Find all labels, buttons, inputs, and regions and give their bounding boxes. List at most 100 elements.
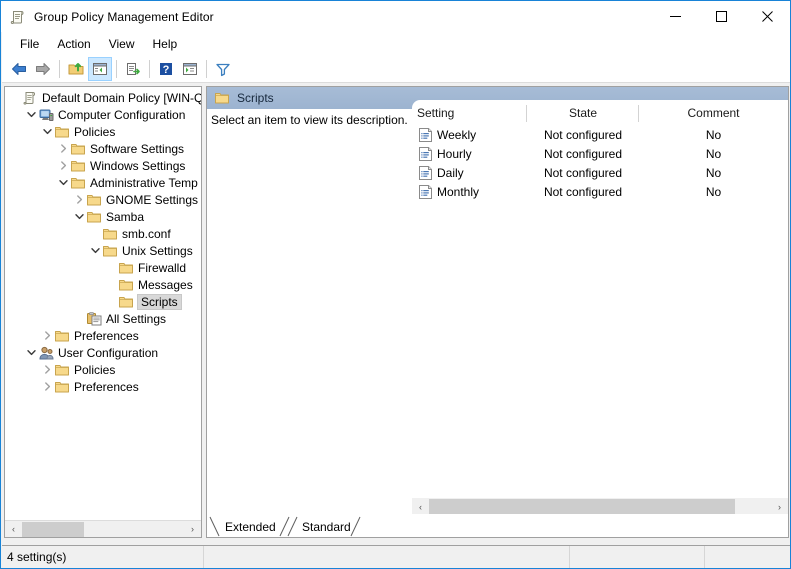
toolbar-separator — [206, 59, 207, 78]
chevron-placeholder — [104, 259, 118, 276]
toolbar: ? — [2, 55, 790, 83]
tree-item-user-configuration[interactable]: User Configuration — [5, 344, 201, 361]
tree-item-label: Scripts — [137, 293, 182, 310]
tree-item-preferences[interactable]: Preferences — [5, 378, 201, 395]
back-icon[interactable] — [7, 57, 31, 81]
tree-item-policies[interactable]: Policies — [5, 123, 201, 140]
tree-item-scripts[interactable]: Scripts — [5, 293, 201, 310]
menu-item-help[interactable]: Help — [144, 34, 187, 54]
tree-item-windows-settings[interactable]: Windows Settings — [5, 157, 201, 174]
folder-icon — [214, 90, 230, 106]
column-header-comment[interactable]: Comment — [639, 100, 788, 125]
tab-extended[interactable]: Extended — [219, 516, 282, 537]
chevron-down-icon[interactable] — [24, 344, 38, 361]
view-tabs: Extended Standard — [207, 514, 788, 537]
tree-item-computer-configuration[interactable]: Computer Configuration — [5, 106, 201, 123]
tree-horizontal-scrollbar[interactable]: ‹ › — [5, 520, 201, 537]
policy-setting-icon — [417, 165, 433, 181]
cell-state: Not configured — [527, 182, 639, 201]
chevron-right-icon[interactable] — [72, 191, 86, 208]
tree-item-messages[interactable]: Messages — [5, 276, 201, 293]
table-row[interactable]: Weekly Not configured No — [412, 125, 788, 144]
tree-item-unix-settings[interactable]: Unix Settings — [5, 242, 201, 259]
tree-item-gnome-settings[interactable]: GNOME Settings — [5, 191, 201, 208]
table-row[interactable]: Monthly Not configured No — [412, 182, 788, 201]
tree-item-smb-conf[interactable]: smb.conf — [5, 225, 201, 242]
status-cell-count: 4 setting(s) — [2, 545, 204, 568]
column-header-state[interactable]: State — [527, 100, 639, 125]
tree-item-firewalld[interactable]: Firewalld — [5, 259, 201, 276]
tree-item-label: smb.conf — [122, 226, 171, 241]
chevron-down-icon[interactable] — [40, 123, 54, 140]
minimize-button[interactable] — [652, 1, 698, 32]
menu-bar: File Action View Help — [2, 32, 790, 55]
settings-list-body[interactable]: Weekly Not configured No Hourly Not configur… — [412, 125, 788, 201]
chevron-down-icon[interactable] — [88, 242, 102, 259]
folder-icon — [54, 328, 70, 344]
tree-scroll-track[interactable] — [22, 521, 184, 538]
close-button[interactable] — [744, 1, 790, 32]
chevron-right-icon[interactable] — [40, 327, 54, 344]
chevron-right-icon[interactable] — [56, 157, 70, 174]
policy-scroll-icon — [22, 90, 38, 106]
window-title: Group Policy Management Editor — [34, 9, 214, 24]
computer-icon — [38, 107, 54, 123]
chevron-down-icon[interactable] — [72, 208, 86, 225]
results-scroll-thumb[interactable] — [429, 499, 735, 514]
tree-item-label: Unix Settings — [122, 243, 193, 258]
chevron-down-icon[interactable] — [24, 106, 38, 123]
tree-item-label: Preferences — [74, 379, 139, 394]
cell-state-label: Not configured — [543, 146, 623, 161]
results-horizontal-scrollbar[interactable]: ‹ › — [412, 498, 788, 515]
cell-comment-label: No — [705, 146, 722, 161]
folder-icon — [70, 175, 86, 191]
scroll-left-arrow-icon[interactable]: ‹ — [5, 521, 22, 538]
tab-standard[interactable]: Standard — [296, 516, 357, 537]
scroll-right-arrow-icon[interactable]: › — [184, 521, 201, 538]
cell-state: Not configured — [527, 163, 639, 182]
show-hide-tree-icon[interactable] — [88, 56, 112, 81]
tree-item-default-domain-policy-win-ql[interactable]: Default Domain Policy [WIN-QL — [5, 89, 201, 106]
chevron-right-icon[interactable] — [56, 140, 70, 157]
menu-item-view[interactable]: View — [100, 34, 144, 54]
cell-setting-label: Monthly — [437, 184, 480, 199]
tree-item-samba[interactable]: Samba — [5, 208, 201, 225]
table-row[interactable]: Daily Not configured No — [412, 163, 788, 182]
help-icon[interactable]: ? — [154, 57, 178, 81]
folder-icon — [118, 294, 134, 310]
tree-item-software-settings[interactable]: Software Settings — [5, 140, 201, 157]
results-pane: Scripts Select an item to view its descr… — [206, 86, 789, 538]
chevron-right-icon[interactable] — [40, 361, 54, 378]
properties-icon[interactable] — [178, 57, 202, 81]
export-list-icon[interactable] — [121, 57, 145, 81]
tree-item-policies[interactable]: Policies — [5, 361, 201, 378]
filter-icon[interactable] — [211, 57, 235, 81]
maximize-button[interactable] — [698, 1, 744, 32]
tree-item-label: User Configuration — [58, 345, 159, 360]
cell-setting-label: Hourly — [437, 146, 472, 161]
table-row[interactable]: Hourly Not configured No — [412, 144, 788, 163]
tree-item-administrative-temp[interactable]: Administrative Temp — [5, 174, 201, 191]
column-header-setting[interactable]: Setting — [412, 100, 527, 125]
status-cell-3 — [570, 545, 705, 568]
results-scroll-track[interactable] — [429, 498, 771, 515]
folder-icon — [70, 158, 86, 174]
chevron-placeholder — [72, 310, 86, 327]
chevron-right-icon[interactable] — [40, 378, 54, 395]
menu-item-file[interactable]: File — [11, 34, 48, 54]
menu-item-action[interactable]: Action — [48, 34, 99, 54]
forward-icon[interactable] — [31, 57, 55, 81]
tree-item-preferences[interactable]: Preferences — [5, 327, 201, 344]
console-tree[interactable]: Default Domain Policy [WIN-QL Computer Co… — [5, 89, 201, 519]
folder-icon — [54, 124, 70, 140]
status-cell-4 — [705, 546, 790, 568]
tree-item-all-settings[interactable]: All Settings — [5, 310, 201, 327]
scroll-left-arrow-icon[interactable]: ‹ — [412, 498, 429, 515]
description-text: Select an item to view its description. — [211, 113, 408, 127]
up-folder-icon[interactable] — [64, 57, 88, 81]
chevron-down-icon[interactable] — [56, 174, 70, 191]
tree-scroll-thumb[interactable] — [22, 521, 84, 537]
status-bar: 4 setting(s) — [2, 545, 790, 568]
scroll-right-arrow-icon[interactable]: › — [771, 498, 788, 515]
user-icon — [38, 345, 54, 361]
